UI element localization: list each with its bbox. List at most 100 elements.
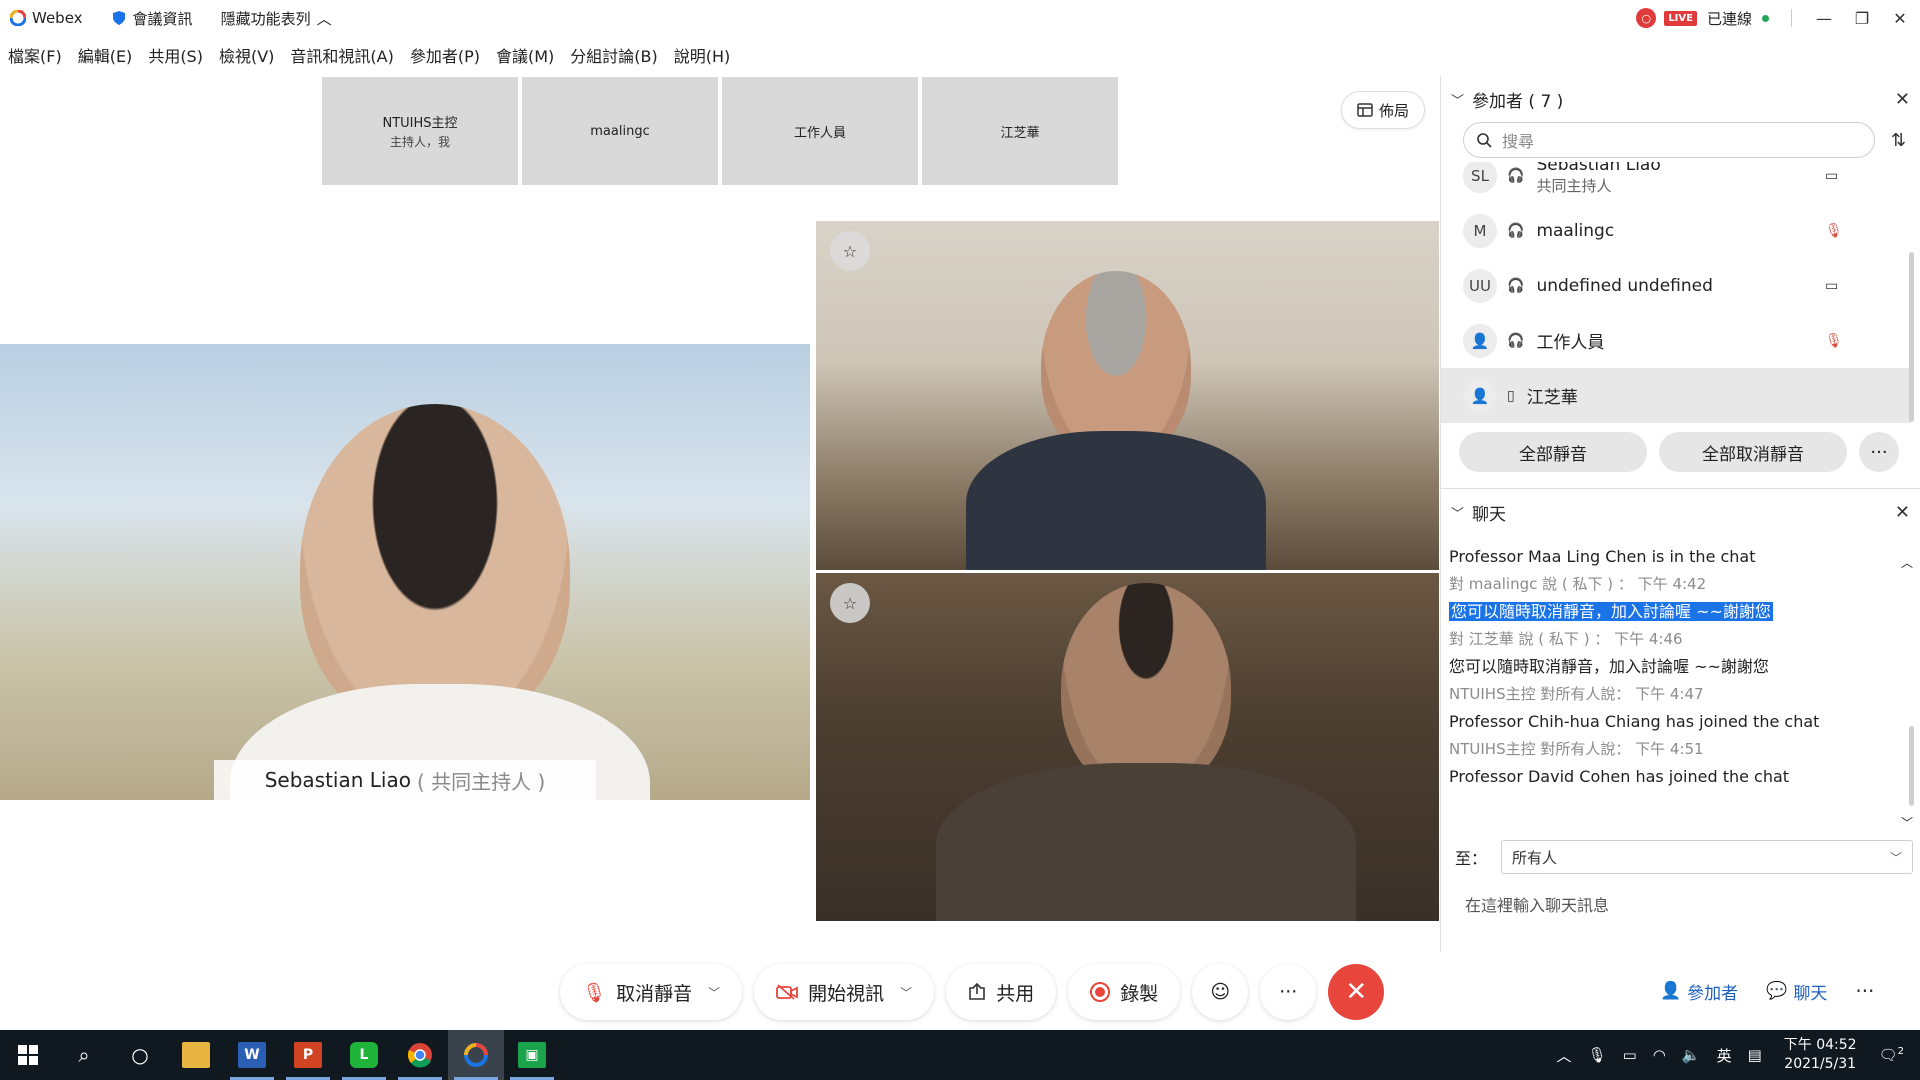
unmute-all-button[interactable]: 全部取消靜音 <box>1659 432 1847 472</box>
microphone-icon[interactable]: 🎙 <box>1588 1046 1607 1064</box>
hide-menu-button[interactable]: 隱藏功能表列 ︿ <box>221 8 332 29</box>
scroll-up-icon[interactable]: ︿ <box>1901 554 1913 571</box>
clock[interactable]: 下午 04:52 2021/5/31 <box>1784 1036 1857 1074</box>
line-button[interactable]: L <box>336 1030 392 1080</box>
close-window-button[interactable]: ✕ <box>1882 0 1918 36</box>
thumbnail-name: 江芝華 <box>1000 125 1040 141</box>
cortana-button[interactable]: ○ <box>112 1030 168 1080</box>
share-button[interactable]: 共用 <box>946 964 1057 1020</box>
minimize-button[interactable]: — <box>1806 0 1842 36</box>
keyboard-icon[interactable]: ▤ <box>1748 1046 1762 1064</box>
sort-icon[interactable]: ⇅ <box>1891 130 1906 151</box>
chat-text[interactable]: 您可以隨時取消靜音，加入討論喔 ~~謝謝您 <box>1449 602 1773 621</box>
menu-item[interactable]: 音訊和視訊(A) <box>290 43 393 67</box>
menu-item[interactable]: 共用(S) <box>148 43 203 67</box>
participant-row[interactable]: 👤 🎧 工作人員 🎙 <box>1441 313 1911 368</box>
pin-button[interactable]: ☆ <box>830 231 870 271</box>
participant-row[interactable]: UU 🎧 undefined undefined ▭ <box>1441 258 1911 313</box>
chevron-up-icon[interactable]: ︿ <box>1557 1045 1572 1066</box>
thumbnail-tile[interactable]: 工作人員 <box>722 77 918 185</box>
word-button[interactable]: W <box>224 1030 280 1080</box>
close-icon[interactable]: ✕ <box>1895 89 1910 110</box>
participant-row[interactable]: SL 🎧 Sebastian Liao 共同主持人 ▭ <box>1441 162 1911 203</box>
muted-mic-icon[interactable]: 🎙 <box>1825 333 1843 349</box>
start-video-button[interactable]: 開始視訊 ﹀ <box>754 964 935 1020</box>
chevron-down-icon[interactable]: ﹀ <box>708 984 720 1001</box>
participants-toggle-button[interactable]: 👤 參加者 <box>1650 966 1749 1016</box>
chat-text: NTUIHS主控 對所有人說： 下午 4:47 <box>1449 684 1704 703</box>
unmute-button[interactable]: 🎙 取消靜音 ﹀ <box>560 964 743 1020</box>
wifi-icon[interactable]: ◠ <box>1653 1046 1666 1064</box>
notification-icon[interactable]: 🗨2 <box>1879 1046 1904 1064</box>
record-button[interactable]: 錄製 <box>1068 964 1181 1020</box>
thumbnail-tile[interactable]: NTUIHS主控 主持人，我 <box>322 77 518 185</box>
share-label: 共用 <box>996 982 1035 1005</box>
menu-item[interactable]: 檔案(F) <box>8 43 62 67</box>
close-icon[interactable]: ✕ <box>1895 502 1910 523</box>
chat-recipient-row: 至： 所有人 ﹀ <box>1455 840 1914 874</box>
main-video-stage[interactable]: Sebastian Liao ( 共同主持人 ) <box>0 344 810 800</box>
volume-icon[interactable]: 🔈 <box>1682 1046 1701 1064</box>
participant-more-button[interactable]: ··· <box>1859 432 1899 472</box>
chrome-button[interactable] <box>392 1030 448 1080</box>
file-explorer-button[interactable] <box>168 1030 224 1080</box>
muted-mic-icon[interactable]: 🎙 <box>1825 223 1843 239</box>
chat-input[interactable]: 在這裡輸入聊天訊息 <box>1465 892 1609 916</box>
menu-item[interactable]: 會議(M) <box>496 43 554 67</box>
menu-item[interactable]: 編輯(E) <box>78 43 133 67</box>
avatar: UU <box>1463 268 1497 303</box>
menu-item[interactable]: 說明(H) <box>674 43 731 67</box>
restore-button[interactable]: ❐ <box>1844 0 1880 36</box>
title-bar: Webex 會議資訊 隱藏功能表列 ︿ ○ LIVE 已連線 — ❐ ✕ <box>0 0 1920 36</box>
chat-scrollbar[interactable] <box>1909 726 1914 806</box>
video-icon: ▭ <box>1825 277 1839 294</box>
meeting-info-button[interactable]: 會議資訊 <box>111 8 193 29</box>
webex-button[interactable] <box>448 1030 504 1080</box>
chat-input-placeholder: 在這裡輸入聊天訊息 <box>1465 896 1610 915</box>
powerpoint-button[interactable]: P <box>280 1030 336 1080</box>
more-options-button[interactable]: ··· <box>1260 964 1317 1020</box>
participant-search-input[interactable]: 搜尋 <box>1463 122 1875 158</box>
leave-meeting-button[interactable]: ✕ <box>1328 964 1385 1020</box>
green-app-button[interactable]: ▣ <box>504 1030 560 1080</box>
battery-icon[interactable]: ▭ <box>1623 1046 1637 1064</box>
chevron-down-icon[interactable]: ﹀ <box>900 984 912 1001</box>
notification-count: 2 <box>1897 1046 1904 1057</box>
menu-item[interactable]: 參加者(P) <box>410 43 480 67</box>
scroll-down-icon[interactable]: ﹀ <box>1901 814 1913 831</box>
line-icon: L <box>350 1042 378 1068</box>
chevron-down-icon[interactable]: ﹀ <box>1451 503 1464 522</box>
thumbnail-name: NTUIHS主控 <box>382 116 458 131</box>
headset-icon: 🎧 <box>1507 332 1525 349</box>
recording-status-icon: ○ <box>1636 8 1657 28</box>
chat-message: 您可以隨時取消靜音，加入討論喔 ~~謝謝您 <box>1449 653 1890 681</box>
search-button[interactable]: ⌕ <box>56 1030 112 1080</box>
avatar: M <box>1463 213 1497 248</box>
video-tile[interactable]: ☆ <box>816 221 1439 570</box>
participant-scrollbar[interactable] <box>1909 252 1914 422</box>
reactions-button[interactable]: ☺ <box>1192 964 1249 1020</box>
participant-search-row: 搜尋 ⇅ <box>1441 122 1920 158</box>
menu-item[interactable]: 檢視(V) <box>219 43 274 67</box>
meeting-info-label: 會議資訊 <box>132 9 193 28</box>
more-panels-button[interactable]: ··· <box>1845 966 1885 1016</box>
participant-row[interactable]: M 🎧 maalingc 🎙 <box>1441 203 1911 258</box>
participant-name: maalingc <box>1536 220 1615 241</box>
start-button[interactable] <box>0 1030 56 1080</box>
recipient-select[interactable]: 所有人 ﹀ <box>1501 840 1914 874</box>
pin-button[interactable]: ☆ <box>830 583 870 623</box>
participant-row[interactable]: 👤 ▯ 江芝華 <box>1441 368 1911 423</box>
participant-name: 工作人員 <box>1536 333 1605 353</box>
chat-toggle-button[interactable]: 💬 聊天 <box>1756 966 1838 1016</box>
layout-button[interactable]: 佈局 <box>1341 91 1425 129</box>
chat-header: ﹀ 聊天 ✕ <box>1441 489 1920 535</box>
ime-indicator[interactable]: 英 <box>1717 1045 1732 1066</box>
layout-grid-icon <box>1357 103 1373 117</box>
mute-all-button[interactable]: 全部靜音 <box>1459 432 1647 472</box>
thumbnail-tile[interactable]: 江芝華 <box>922 77 1118 185</box>
menu-item[interactable]: 分組討論(B) <box>570 43 657 67</box>
thumbnail-tile[interactable]: maalingc <box>522 77 718 185</box>
participant-thumbnails: NTUIHS主控 主持人，我 maalingc 工作人員 江芝華 <box>322 77 1118 185</box>
video-tile[interactable]: ☆ <box>816 573 1439 921</box>
chevron-down-icon[interactable]: ﹀ <box>1451 90 1464 109</box>
